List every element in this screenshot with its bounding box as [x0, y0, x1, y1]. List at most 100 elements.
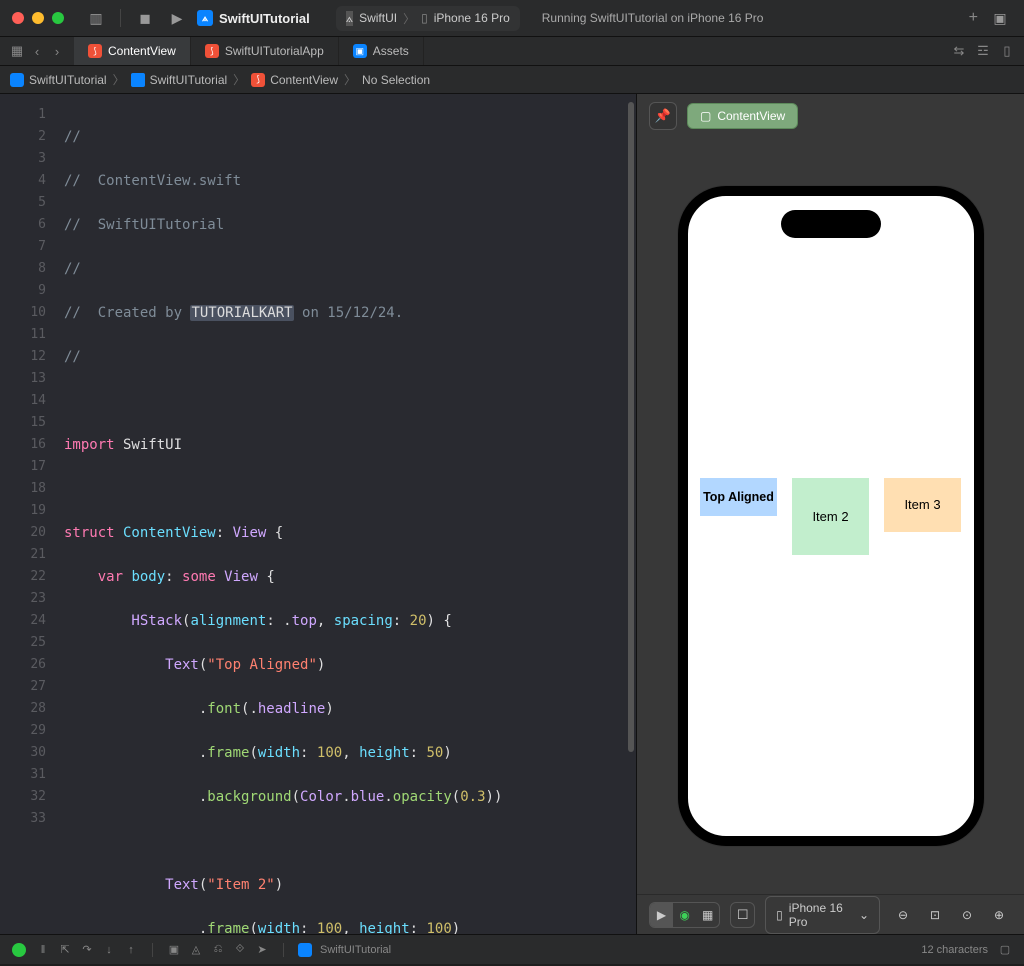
split-icon[interactable]: ▯ [1000, 44, 1014, 58]
zoom-actual-icon[interactable]: ⊙ [954, 903, 980, 927]
code-token: . [342, 789, 350, 805]
debug-view-icon[interactable]: ▣ [167, 943, 181, 957]
scheme-app[interactable]: ⟑ SwiftUITutorial [197, 10, 310, 26]
add-tab-icon[interactable]: + [969, 9, 978, 27]
code-token: HStack [64, 613, 182, 629]
swift-file-icon: ⟆ [251, 73, 265, 87]
code-token: { [266, 525, 283, 541]
code-token: background [207, 789, 291, 805]
device-selector[interactable]: ▯ iPhone 16 Pro ⌄ [765, 896, 880, 934]
line-number: 11 [0, 324, 46, 346]
code-token: ) [325, 701, 333, 717]
stop-icon[interactable]: ◼ [133, 6, 157, 30]
code-token: ContentView [115, 525, 216, 541]
line-number: 15 [0, 412, 46, 434]
refresh-icon[interactable]: ⇆ [952, 44, 966, 58]
hierarchy-icon[interactable]: ⎌ [211, 943, 225, 957]
code-token: ) [452, 921, 460, 934]
location-icon[interactable]: ➤ [255, 943, 269, 957]
code-token: , [342, 921, 359, 934]
code-token: ) { [427, 613, 452, 629]
related-items-icon[interactable]: ▦ [10, 44, 24, 58]
adjust-icon[interactable]: ☲ [976, 44, 990, 58]
code-token: some [182, 569, 216, 585]
sidebar-toggle-icon[interactable]: ▥ [84, 6, 108, 30]
step-out-icon[interactable]: ↑ [124, 943, 138, 957]
scheme-left: SwiftUI [359, 11, 397, 25]
line-number: 29 [0, 720, 46, 742]
live-mode-icon[interactable]: ▶ [650, 903, 673, 927]
preview-canvas[interactable]: Top Aligned Item 2 Item 3 [637, 138, 1024, 894]
line-number: 24 [0, 610, 46, 632]
window-traffic-lights [12, 12, 64, 24]
line-number: 30 [0, 742, 46, 764]
zoom-window-icon[interactable] [52, 12, 64, 24]
code-token: Text [64, 877, 199, 893]
scheme-selector[interactable]: ⟑ SwiftUI 〉 ▯ iPhone 16 Pro [336, 6, 520, 31]
code-token: var [64, 569, 123, 585]
line-number: 21 [0, 544, 46, 566]
code-editor[interactable]: 1 2 3 4 5 6 7 8 9 10 11 12 13 14 15 16 1… [0, 94, 636, 934]
scrollbar[interactable] [628, 102, 634, 752]
zoom-fit-icon[interactable]: ⊡ [922, 903, 948, 927]
code-token: ( [249, 745, 257, 761]
scheme-device: iPhone 16 Pro [434, 11, 510, 25]
pin-icon[interactable]: 📌 [649, 102, 677, 130]
code-token: ( [249, 921, 257, 934]
line-number: 18 [0, 478, 46, 500]
variants-mode-icon[interactable]: ▦ [696, 903, 719, 927]
phone-icon: ▯ [421, 11, 428, 25]
crumb-folder[interactable]: SwiftUITutorial [131, 73, 228, 87]
step-icon[interactable]: ⇱ [58, 943, 72, 957]
memory-icon[interactable]: ◬ [189, 943, 203, 957]
code-token: "Top Aligned" [207, 657, 317, 673]
panel-toggle-icon[interactable]: ▢ [998, 943, 1012, 957]
crumb-file[interactable]: ⟆ ContentView [251, 73, 338, 87]
device-screen: Top Aligned Item 2 Item 3 [688, 196, 974, 836]
footer-target-label: SwiftUITutorial [320, 944, 391, 956]
footer-target[interactable]: SwiftUITutorial [298, 943, 391, 957]
preview-selector[interactable]: ▢ ContentView [687, 103, 798, 129]
simulate-icon[interactable]: ⟐ [233, 943, 247, 957]
code-body[interactable]: // // ContentView.swift // SwiftUITutori… [56, 94, 628, 934]
code-token: 0.3 [460, 789, 485, 805]
divider [120, 9, 121, 27]
pause-icon[interactable]: ‖ [36, 943, 50, 957]
crumb-selection[interactable]: No Selection [362, 73, 430, 87]
run-icon[interactable]: ▶ [165, 6, 189, 30]
nav-forward-icon[interactable]: › [50, 44, 64, 58]
code-token: 50 [427, 745, 444, 761]
line-number: 2 [0, 126, 46, 148]
build-success-icon[interactable] [12, 943, 26, 957]
line-number: 20 [0, 522, 46, 544]
breadcrumb: SwiftUITutorial 〉 SwiftUITutorial 〉 ⟆ Co… [0, 66, 1024, 94]
step-over-icon[interactable]: ↷ [80, 943, 94, 957]
close-window-icon[interactable] [12, 12, 24, 24]
line-number: 19 [0, 500, 46, 522]
zoom-out-icon[interactable]: ⊖ [890, 903, 916, 927]
tab-contentview[interactable]: ⟆ ContentView [74, 37, 191, 65]
app-icon [298, 943, 312, 957]
line-number: 5 [0, 192, 46, 214]
crumb-project[interactable]: SwiftUITutorial [10, 73, 107, 87]
code-token: SwiftUITutorial [98, 217, 224, 233]
tab-assets[interactable]: ▣ Assets [339, 37, 424, 65]
selectable-mode-icon[interactable]: ◉ [673, 903, 696, 927]
preview-box-1: Top Aligned [700, 478, 777, 516]
phone-icon: ▯ [776, 908, 783, 922]
code-token: View [216, 569, 258, 585]
code-token: blue [351, 789, 385, 805]
code-token: width [258, 745, 300, 761]
tab-app[interactable]: ⟆ SwiftUITutorialApp [191, 37, 339, 65]
nav-back-icon[interactable]: ‹ [30, 44, 44, 58]
zoom-in-icon[interactable]: ⊕ [986, 903, 1012, 927]
line-number: 10 [0, 302, 46, 324]
line-number: 16 [0, 434, 46, 456]
library-icon[interactable]: ▣ [988, 6, 1012, 30]
titlebar: ▥ ◼ ▶ ⟑ SwiftUITutorial ⟑ SwiftUI 〉 ▯ iP… [0, 0, 1024, 36]
device-settings-icon[interactable]: ☐ [730, 902, 755, 928]
minimize-window-icon[interactable] [32, 12, 44, 24]
code-token: . [384, 789, 392, 805]
step-in-icon[interactable]: ↓ [102, 943, 116, 957]
line-number: 28 [0, 698, 46, 720]
